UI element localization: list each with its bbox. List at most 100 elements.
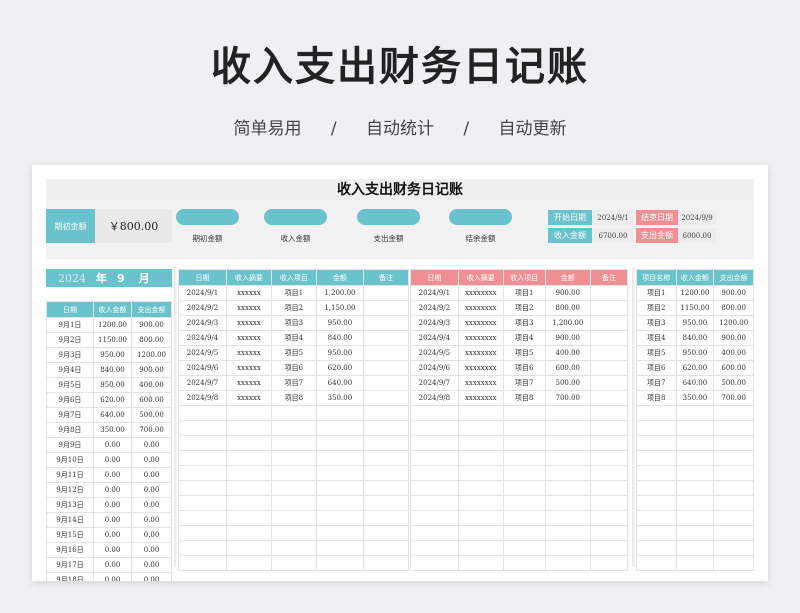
expense-cell[interactable]	[589, 420, 629, 436]
project-cell[interactable]: 项目6	[636, 360, 677, 376]
project-cell[interactable]	[675, 495, 715, 511]
income-cell[interactable]: 2024/9/5	[178, 345, 227, 361]
income-cell[interactable]: 2024/9/7	[178, 375, 227, 391]
daily-cell[interactable]: 9月14日	[46, 512, 94, 528]
expense-cell[interactable]	[544, 420, 591, 436]
income-cell[interactable]	[362, 360, 410, 376]
income-cell[interactable]	[362, 480, 410, 496]
income-cell[interactable]	[225, 420, 272, 436]
income-cell[interactable]	[225, 405, 272, 421]
daily-cell[interactable]: 0.00	[92, 527, 133, 543]
expense-cell[interactable]	[502, 525, 546, 541]
daily-cell[interactable]: 9月16日	[46, 542, 94, 558]
expense-cell[interactable]: 1,200.00	[544, 315, 591, 331]
expense-cell[interactable]	[457, 555, 504, 571]
daily-cell[interactable]: 9月5日	[46, 377, 94, 393]
daily-cell[interactable]: 9月10日	[46, 452, 94, 468]
project-cell[interactable]	[713, 435, 754, 451]
project-cell[interactable]	[713, 525, 754, 541]
expense-cell[interactable]	[410, 450, 459, 466]
expense-cell[interactable]	[457, 420, 504, 436]
daily-cell[interactable]: 950.00	[92, 347, 133, 363]
income-cell[interactable]: xxxxxx	[225, 360, 272, 376]
income-cell[interactable]	[178, 435, 227, 451]
expense-cell[interactable]	[589, 285, 629, 301]
income-cell[interactable]: xxxxxx	[225, 330, 272, 346]
expense-cell[interactable]: 2024/9/3	[410, 315, 459, 331]
expense-cell[interactable]: 项目4	[502, 330, 546, 346]
expense-cell[interactable]: 800.00	[544, 300, 591, 316]
project-cell[interactable]: 950.00	[675, 315, 715, 331]
income-cell[interactable]	[362, 420, 410, 436]
expense-cell[interactable]	[502, 420, 546, 436]
income-cell[interactable]	[362, 300, 410, 316]
expense-cell[interactable]	[410, 525, 459, 541]
income-cell[interactable]	[270, 465, 317, 481]
income-cell[interactable]	[270, 450, 317, 466]
income-cell[interactable]	[315, 495, 364, 511]
expense-cell[interactable]	[589, 375, 629, 391]
daily-cell[interactable]: 350.00	[92, 422, 133, 438]
income-cell[interactable]: xxxxxx	[225, 285, 272, 301]
expense-cell[interactable]	[457, 405, 504, 421]
daily-cell[interactable]: 0.00	[92, 437, 133, 453]
expense-cell[interactable]: 2024/9/5	[410, 345, 459, 361]
expense-cell[interactable]	[457, 510, 504, 526]
expense-cell[interactable]	[544, 435, 591, 451]
daily-cell[interactable]: 600.00	[131, 392, 172, 408]
daily-cell[interactable]: 700.00	[131, 422, 172, 438]
daily-cell[interactable]: 0.00	[131, 437, 172, 453]
project-cell[interactable]	[675, 525, 715, 541]
income-cell[interactable]	[315, 450, 364, 466]
daily-cell[interactable]: 0.00	[131, 482, 172, 498]
daily-cell[interactable]: 0.00	[131, 512, 172, 528]
income-cell[interactable]	[178, 495, 227, 511]
project-cell[interactable]: 800.00	[713, 300, 754, 316]
project-cell[interactable]	[636, 420, 677, 436]
expense-cell[interactable]	[589, 315, 629, 331]
expense-cell[interactable]	[544, 510, 591, 526]
income-cell[interactable]	[362, 345, 410, 361]
income-cell[interactable]	[315, 525, 364, 541]
daily-cell[interactable]: 0.00	[92, 482, 133, 498]
expense-cell[interactable]: xxxxxxxx	[457, 375, 504, 391]
project-cell[interactable]	[713, 480, 754, 496]
daily-cell[interactable]: 9月9日	[46, 437, 94, 453]
expense-cell[interactable]	[410, 420, 459, 436]
project-cell[interactable]	[675, 435, 715, 451]
income-cell[interactable]: 项目8	[270, 390, 317, 406]
expense-cell[interactable]	[544, 525, 591, 541]
expense-cell[interactable]	[410, 555, 459, 571]
expense-cell[interactable]: xxxxxxxx	[457, 315, 504, 331]
daily-cell[interactable]: 9月18日	[46, 572, 94, 581]
expense-cell[interactable]: 项目7	[502, 375, 546, 391]
project-cell[interactable]	[675, 555, 715, 571]
expense-cell[interactable]: 700.00	[544, 390, 591, 406]
expense-cell[interactable]: 项目3	[502, 315, 546, 331]
income-cell[interactable]: 项目3	[270, 315, 317, 331]
income-cell[interactable]	[362, 555, 410, 571]
expense-cell[interactable]: 600.00	[544, 360, 591, 376]
project-cell[interactable]	[713, 495, 754, 511]
daily-cell[interactable]: 9月12日	[46, 482, 94, 498]
expense-cell[interactable]: 400.00	[544, 345, 591, 361]
expense-cell[interactable]	[410, 540, 459, 556]
expense-cell[interactable]	[502, 435, 546, 451]
income-cell[interactable]	[178, 465, 227, 481]
daily-cell[interactable]: 9月13日	[46, 497, 94, 513]
daily-cell[interactable]: 0.00	[131, 467, 172, 483]
expense-cell[interactable]	[457, 495, 504, 511]
project-cell[interactable]: 600.00	[713, 360, 754, 376]
project-cell[interactable]	[713, 450, 754, 466]
expense-cell[interactable]	[502, 450, 546, 466]
income-cell[interactable]	[315, 420, 364, 436]
expense-cell[interactable]	[544, 450, 591, 466]
daily-cell[interactable]: 9月17日	[46, 557, 94, 573]
daily-cell[interactable]: 9月4日	[46, 362, 94, 378]
income-cell[interactable]	[362, 405, 410, 421]
project-cell[interactable]	[713, 510, 754, 526]
project-cell[interactable]	[636, 405, 677, 421]
income-cell[interactable]	[315, 405, 364, 421]
income-cell[interactable]	[178, 405, 227, 421]
expense-cell[interactable]: 项目2	[502, 300, 546, 316]
